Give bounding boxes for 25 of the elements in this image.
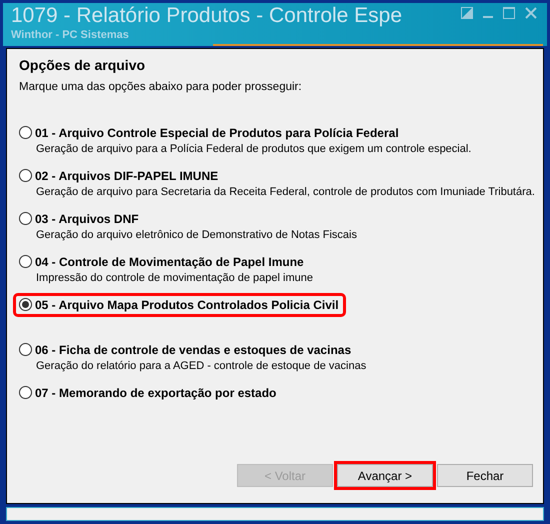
radio-button[interactable] (19, 343, 32, 356)
window-subtitle: Winthor - PC Sistemas (11, 29, 129, 42)
dialog-button[interactable]: Fechar (437, 464, 533, 488)
option-description: Geração de arquivo para a Polícia Federal de produtos que exigem um controle especial. (36, 142, 472, 156)
option-label[interactable]: 03 - Arquivos DNF (35, 210, 139, 228)
option-label[interactable]: 06 - Ficha de controle de vendas e estoques de vacinas (35, 340, 352, 359)
option-label[interactable]: 05 - Arquivo Mapa Produtos Controlados Policia Civil (35, 296, 339, 314)
radio-button[interactable] (19, 255, 32, 268)
radio-button[interactable] (19, 386, 32, 400)
option-description: Impressão do controle de movimentação de papel imune (36, 270, 313, 285)
option-description: Geração do arquivo eletrônico de Demonstrativo de Notas Fiscais (36, 228, 357, 242)
option-label[interactable]: 04 - Controle de Movimentação de Papel Imune (35, 252, 304, 271)
radio-button[interactable] (19, 298, 32, 312)
window-title: 1079 - Relatório Produtos - Controle Espe (11, 3, 402, 29)
option-label[interactable]: 07 - Memorando de exportação por estado (35, 384, 276, 402)
option-label[interactable]: 01 - Arquivo Controle Especial de Produtos para Polícia Federal (35, 124, 399, 142)
option-description: Geração de arquivo para Secretaria da Receita Federal, controle de produtos com Imuniade Tributára. (36, 184, 535, 199)
option-description: Geração do relatório para a AGED - controle de estoque de vacinas (36, 358, 366, 373)
option-label[interactable]: 02 - Arquivos DIF-PAPEL IMUNE (35, 166, 218, 185)
dialog-button[interactable]: Avançar > (337, 464, 433, 488)
radio-button[interactable] (19, 126, 32, 140)
radio-button[interactable] (19, 212, 32, 226)
radio-button[interactable] (19, 169, 32, 182)
section-title: Opções de arquivo (19, 56, 146, 74)
instruction-text: Marque uma das opções abaixo para poder prosseguir: (19, 80, 302, 94)
